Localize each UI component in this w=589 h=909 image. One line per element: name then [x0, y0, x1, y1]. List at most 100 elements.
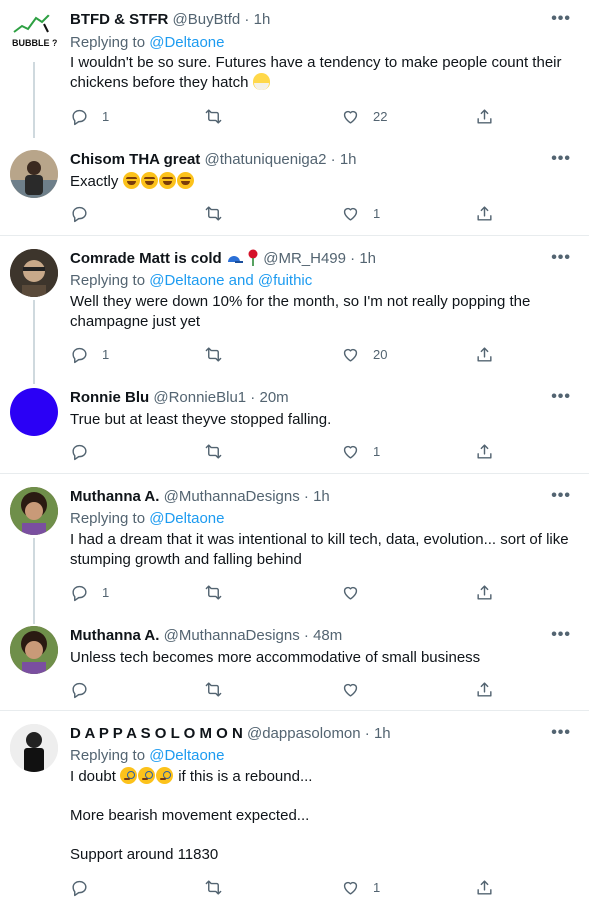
laughing-face-icon — [140, 172, 158, 189]
tweet-actions: 1 — [70, 877, 589, 899]
tweet-text: I wouldn't be so sure. Futures have a te… — [70, 53, 573, 93]
retweet-button[interactable] — [204, 679, 223, 699]
more-icon[interactable]: ••• — [551, 249, 571, 267]
share-button[interactable] — [475, 344, 494, 364]
more-icon[interactable]: ••• — [551, 626, 571, 644]
handle[interactable]: @MR_H499 — [263, 250, 346, 267]
tweet-text: Well they were down 10% for the month, s… — [70, 292, 573, 332]
share-button[interactable] — [475, 106, 494, 126]
tweet-text-line: Well they were down 10% for the month, s… — [70, 293, 531, 310]
more-icon[interactable]: ••• — [551, 150, 571, 168]
share-icon — [477, 879, 492, 895]
avatar[interactable] — [10, 249, 58, 297]
avatar[interactable] — [10, 487, 58, 535]
timestamp[interactable]: 1h — [359, 250, 376, 267]
handle[interactable]: @RonnieBlu1 — [153, 389, 246, 406]
reply-button[interactable] — [70, 441, 89, 461]
rose-icon — [247, 249, 259, 272]
share-button[interactable] — [475, 877, 494, 897]
reply-button[interactable]: 1 — [70, 106, 109, 126]
avatar[interactable] — [10, 724, 58, 772]
tweet-text-line: More bearish movement expected... — [70, 807, 310, 824]
tweet-text: I doubt if this is a rebound... More bea… — [70, 767, 573, 865]
timestamp[interactable]: 1h — [374, 725, 391, 742]
share-button[interactable] — [475, 582, 494, 602]
reply-icon — [72, 444, 87, 460]
tweet-actions: 1 — [70, 582, 589, 604]
person-avatar-icon — [10, 487, 58, 535]
display-name[interactable]: BTFD & STFR — [70, 11, 168, 28]
share-button[interactable] — [475, 441, 494, 461]
reply-button[interactable] — [70, 679, 89, 699]
retweet-button[interactable] — [204, 203, 223, 223]
more-icon[interactable]: ••• — [551, 10, 571, 28]
timestamp[interactable]: 20m — [259, 389, 288, 406]
like-button[interactable]: 22 — [341, 106, 387, 126]
reply-button[interactable] — [70, 203, 89, 223]
replying-to-link[interactable]: @Deltaone and @fuithic — [149, 272, 312, 289]
separator: · — [240, 11, 254, 28]
handle[interactable]: @thatuniqueniga2 — [204, 151, 326, 168]
retweet-button[interactable] — [204, 344, 223, 364]
like-button[interactable] — [341, 679, 360, 699]
retweet-button[interactable] — [204, 582, 223, 602]
timestamp[interactable]: 1h — [340, 151, 357, 168]
like-button[interactable]: 1 — [341, 203, 380, 223]
reply-button[interactable] — [70, 877, 89, 897]
tweet-text: True but at least theyve stopped falling… — [70, 410, 573, 430]
retweet-button[interactable] — [204, 106, 223, 126]
replying-to-link[interactable]: @Deltaone — [149, 34, 224, 51]
handle[interactable]: @MuthannaDesigns — [164, 627, 300, 644]
like-button[interactable]: 20 — [341, 344, 387, 364]
avatar[interactable] — [10, 626, 58, 674]
reply-button[interactable]: 1 — [70, 344, 109, 364]
monocle-face-icon — [120, 767, 138, 784]
separator: · — [326, 151, 340, 168]
display-name[interactable]: D A P P A S O L O M O N — [70, 725, 243, 742]
like-button[interactable] — [341, 582, 360, 602]
share-button[interactable] — [475, 679, 494, 699]
handle[interactable]: @BuyBtfd — [173, 11, 241, 28]
tweet-actions: 1 20 — [70, 344, 589, 366]
retweet-icon — [205, 584, 222, 600]
timestamp[interactable]: 48m — [313, 627, 342, 644]
share-button[interactable] — [475, 203, 494, 223]
more-icon[interactable]: ••• — [551, 388, 571, 406]
tweet-actions: 1 — [70, 441, 589, 463]
retweet-button[interactable] — [204, 877, 223, 897]
like-button[interactable]: 1 — [341, 441, 380, 461]
more-icon[interactable]: ••• — [551, 487, 571, 505]
avatar[interactable] — [10, 150, 58, 198]
thread-line — [33, 538, 35, 624]
timestamp[interactable]: 1h — [254, 11, 271, 28]
handle[interactable]: @MuthannaDesigns — [164, 488, 300, 505]
timestamp[interactable]: 1h — [313, 488, 330, 505]
display-name[interactable]: Muthanna A. — [70, 488, 159, 505]
like-icon — [343, 683, 358, 697]
laughing-face-icon — [176, 172, 194, 189]
replying-to-link[interactable]: @Deltaone — [149, 510, 224, 527]
divider — [0, 235, 589, 236]
display-name[interactable]: Comrade Matt is cold — [70, 250, 222, 267]
replying-to: Replying to @Deltaone — [70, 33, 225, 53]
avatar[interactable] — [10, 388, 58, 436]
display-name[interactable]: Ronnie Blu — [70, 389, 149, 406]
tweet-text-line: I had a dream that it was intentional to… — [70, 531, 569, 548]
display-name[interactable]: Muthanna A. — [70, 627, 159, 644]
more-icon[interactable]: ••• — [551, 724, 571, 742]
display-name[interactable]: Chisom THA great — [70, 151, 200, 168]
avatar[interactable]: BUBBLE ? — [10, 10, 58, 58]
handle[interactable]: @dappasolomon — [247, 725, 361, 742]
like-count: 1 — [373, 443, 381, 459]
tweet-actions: 1 — [70, 203, 589, 225]
like-count: 1 — [373, 879, 381, 895]
like-button[interactable]: 1 — [341, 877, 380, 897]
reply-icon — [72, 347, 87, 363]
blue-cap-icon — [226, 252, 243, 272]
retweet-button[interactable] — [204, 441, 223, 461]
monocle-face-icon — [138, 767, 156, 784]
like-icon — [343, 207, 358, 221]
reply-button[interactable]: 1 — [70, 582, 109, 602]
retweet-icon — [205, 879, 222, 895]
replying-to-link[interactable]: @Deltaone — [149, 747, 224, 764]
